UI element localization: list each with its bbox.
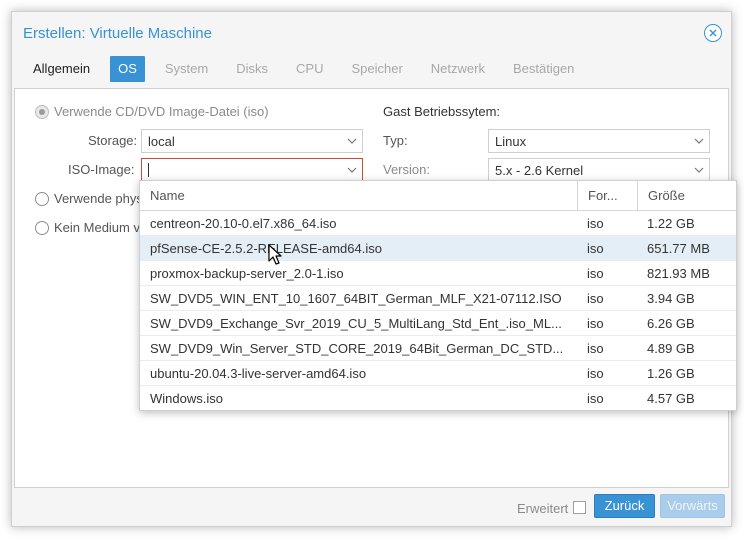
advanced-label: Erweitert — [517, 501, 569, 516]
table-row[interactable]: ubuntu-20.04.3-live-server-amd64.iso iso… — [140, 361, 736, 386]
tab-speicher[interactable]: Speicher — [343, 56, 410, 82]
radio-button[interactable] — [35, 104, 49, 119]
text-cursor — [148, 163, 149, 177]
next-button[interactable]: Vorwärts — [660, 494, 725, 518]
os-type-select[interactable]: Linux — [488, 129, 710, 153]
radio-use-physical-label: Verwende phys — [54, 191, 143, 206]
iso-name: SW_DVD5_WIN_ENT_10_1607_64BIT_German_MLF… — [150, 291, 562, 306]
storage-value: local — [148, 133, 175, 149]
radio-button[interactable] — [35, 220, 49, 235]
chevron-down-icon[interactable] — [689, 159, 709, 181]
iso-list-header: Name For... Größe — [140, 181, 736, 211]
back-button[interactable]: Zurück — [594, 494, 655, 518]
storage-label: Storage: — [88, 133, 138, 148]
iso-format: iso — [587, 341, 604, 356]
tab-netzwerk[interactable]: Netzwerk — [423, 56, 493, 82]
iso-size: 651.77 MB — [647, 241, 710, 256]
radio-use-iso-label: Verwende CD/DVD Image-Datei (iso) — [54, 104, 269, 119]
close-icon — [709, 29, 717, 37]
iso-format: iso — [587, 216, 604, 231]
iso-format: iso — [587, 241, 604, 256]
iso-size: 821.93 MB — [647, 266, 710, 281]
iso-name: ubuntu-20.04.3-live-server-amd64.iso — [150, 366, 367, 381]
tab-system[interactable]: System — [157, 56, 216, 82]
table-row[interactable]: SW_DVD9_Win_Server_STD_CORE_2019_64Bit_G… — [140, 336, 736, 361]
storage-select[interactable]: local — [141, 129, 363, 153]
radio-button[interactable] — [35, 191, 49, 206]
iso-image-label: ISO-Image: — [68, 162, 135, 177]
radio-no-media-label: Kein Medium v — [54, 220, 140, 235]
table-row[interactable]: proxmox-backup-server_2.0-1.iso iso 821.… — [140, 261, 736, 286]
iso-size: 4.89 GB — [647, 341, 695, 356]
version-label: Version: — [383, 162, 430, 177]
guest-os-heading: Gast Betriebssytem: — [383, 104, 501, 119]
iso-name: SW_DVD9_Exchange_Svr_2019_CU_5_MultiLang… — [150, 316, 562, 331]
advanced-checkbox[interactable] — [573, 501, 586, 514]
table-row[interactable]: SW_DVD9_Exchange_Svr_2019_CU_5_MultiLang… — [140, 311, 736, 336]
iso-size: 3.94 GB — [647, 291, 695, 306]
column-header-format[interactable]: For... — [577, 181, 637, 210]
iso-format: iso — [587, 316, 604, 331]
iso-dropdown-list[interactable]: Name For... Größe centreon-20.10-0.el7.x… — [139, 180, 737, 411]
radio-no-media[interactable]: Kein Medium v — [35, 220, 140, 235]
window-title: Erstellen: Virtuelle Maschine — [23, 25, 212, 42]
iso-name: SW_DVD9_Win_Server_STD_CORE_2019_64Bit_G… — [150, 341, 564, 356]
os-version-value: 5.x - 2.6 Kernel — [495, 162, 584, 178]
iso-name: centreon-20.10-0.el7.x86_64.iso — [150, 216, 337, 231]
table-row[interactable]: pfSense-CE-2.5.2-RELEASE-amd64.iso iso 6… — [140, 236, 736, 261]
iso-format: iso — [587, 266, 604, 281]
iso-format: iso — [587, 291, 604, 306]
tab-disks[interactable]: Disks — [228, 56, 276, 82]
tab-bestaetigen[interactable]: Bestätigen — [505, 56, 582, 82]
wizard-tabs: Allgemein OS System Disks CPU Speicher N… — [25, 56, 594, 82]
close-button[interactable] — [704, 24, 722, 42]
radio-use-iso[interactable]: Verwende CD/DVD Image-Datei (iso) — [35, 104, 269, 119]
iso-format: iso — [587, 366, 604, 381]
dialog-footer: Erweitert Zurück Vorwärts — [12, 492, 731, 526]
iso-name: proxmox-backup-server_2.0-1.iso — [150, 266, 344, 281]
tab-os[interactable]: OS — [110, 56, 145, 82]
table-row[interactable]: centreon-20.10-0.el7.x86_64.iso iso 1.22… — [140, 211, 736, 236]
column-header-size[interactable]: Größe — [637, 181, 736, 210]
iso-name: pfSense-CE-2.5.2-RELEASE-amd64.iso — [150, 241, 382, 256]
column-header-name[interactable]: Name — [140, 181, 577, 210]
chevron-down-icon[interactable] — [689, 130, 709, 152]
iso-format: iso — [587, 391, 604, 406]
iso-size: 4.57 GB — [647, 391, 695, 406]
tab-cpu[interactable]: CPU — [288, 56, 331, 82]
iso-size: 1.26 GB — [647, 366, 695, 381]
mouse-cursor-icon — [268, 244, 282, 265]
tab-allgemein[interactable]: Allgemein — [25, 56, 98, 82]
table-row[interactable]: SW_DVD5_WIN_ENT_10_1607_64BIT_German_MLF… — [140, 286, 736, 311]
table-row[interactable]: Windows.iso iso 4.57 GB — [140, 386, 736, 411]
chevron-down-icon[interactable] — [342, 130, 362, 152]
type-label: Typ: — [383, 133, 408, 148]
iso-size: 6.26 GB — [647, 316, 695, 331]
os-version-select[interactable]: 5.x - 2.6 Kernel — [488, 158, 710, 182]
iso-size: 1.22 GB — [647, 216, 695, 231]
iso-name: Windows.iso — [150, 391, 223, 406]
chevron-down-icon[interactable] — [342, 159, 362, 181]
os-type-value: Linux — [495, 133, 527, 149]
iso-image-select[interactable] — [141, 158, 363, 182]
radio-use-physical[interactable]: Verwende phys — [35, 191, 143, 206]
